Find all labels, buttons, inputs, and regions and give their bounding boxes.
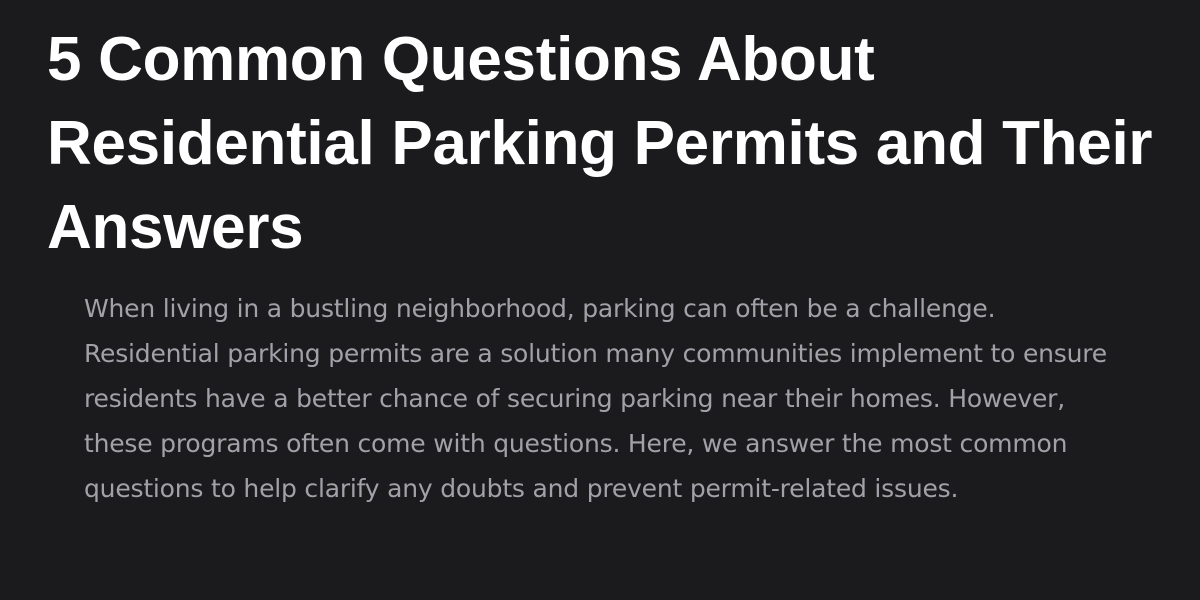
article-title: 5 Common Questions About Residential Par… [47,25,1153,262]
article-card: 5 Common Questions About Residential Par… [0,0,1200,600]
article-intro: When living in a bustling neighborhood, … [84,294,1107,503]
